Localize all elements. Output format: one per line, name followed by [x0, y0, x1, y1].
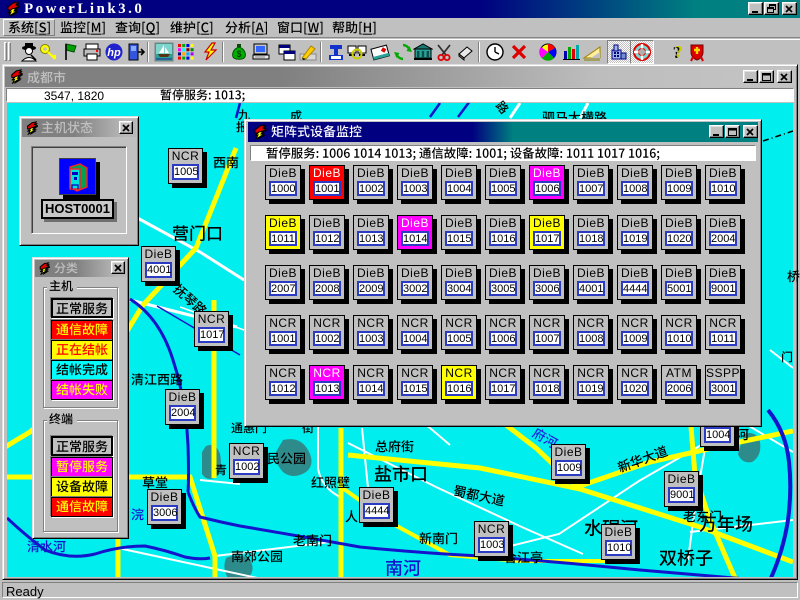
svg-text:hp: hp	[107, 47, 121, 59]
svg-text:$: $	[236, 49, 241, 59]
svg-text:?: ?	[674, 42, 683, 61]
